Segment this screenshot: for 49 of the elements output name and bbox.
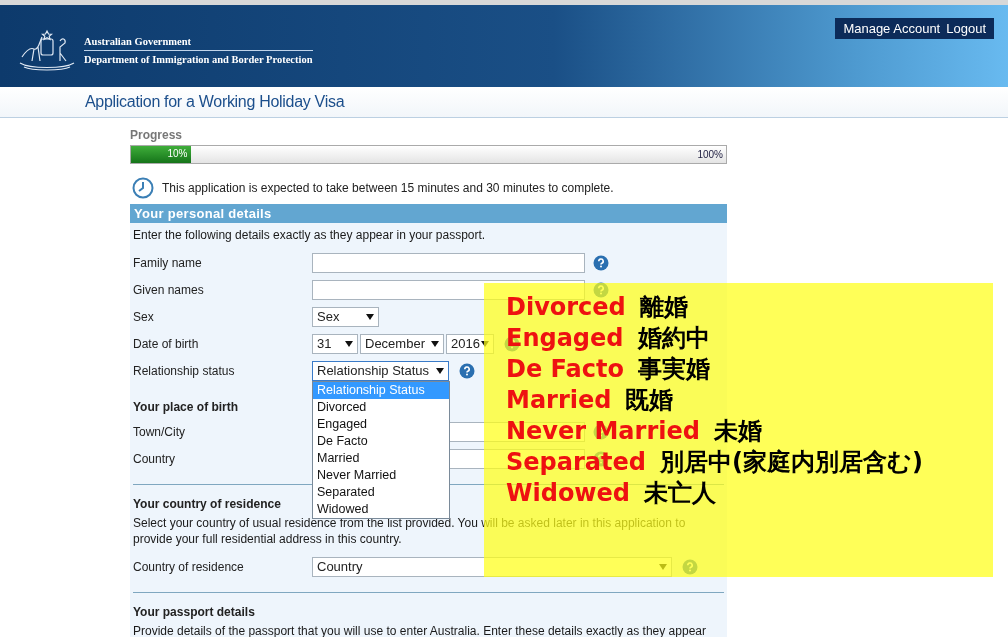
caret-icon bbox=[436, 367, 444, 374]
japanese-term: 既婚 bbox=[625, 384, 674, 416]
section-heading: Your place of birth bbox=[133, 400, 239, 414]
field-label: Sex bbox=[133, 309, 155, 324]
account-link[interactable]: Manage Account bbox=[843, 21, 941, 36]
japanese-term: 未亡人 bbox=[644, 477, 716, 509]
english-term: Never Married bbox=[506, 416, 700, 445]
caret-icon bbox=[345, 340, 353, 347]
english-term: Divorced bbox=[506, 292, 626, 321]
account-link[interactable]: Logout bbox=[946, 21, 986, 36]
japanese-term: 別居中(家庭内別居含む) bbox=[659, 446, 923, 478]
field-label: Relationship status bbox=[133, 363, 236, 378]
agency-name: Australian Government bbox=[84, 35, 313, 51]
caret-icon bbox=[431, 340, 439, 347]
english-term: De Facto bbox=[506, 354, 624, 383]
page-title: Application for a Working Holiday Visa bbox=[85, 93, 345, 111]
japanese-term: 未婚 bbox=[713, 415, 762, 447]
progress-end-label: 100% bbox=[697, 149, 724, 160]
english-term: Married bbox=[506, 385, 612, 414]
caret-icon bbox=[366, 313, 374, 320]
section-heading: Your country of residence bbox=[133, 497, 281, 511]
field-label: Town/City bbox=[133, 424, 186, 439]
select-field[interactable]: Relationship Status bbox=[312, 360, 449, 381]
select-field[interactable]: Sex bbox=[312, 306, 379, 327]
japanese-term: 事実婚 bbox=[637, 353, 710, 385]
field-label: Given names bbox=[133, 282, 205, 297]
clock-icon bbox=[132, 177, 154, 199]
progress-fill: 10% bbox=[131, 146, 191, 163]
field-label: Family name bbox=[133, 255, 203, 270]
japanese-term: 離婚 bbox=[639, 291, 688, 323]
japanese-term: 婚約中 bbox=[637, 322, 710, 354]
english-term: Separated bbox=[506, 447, 646, 476]
field-label: Country of residence bbox=[133, 559, 245, 574]
section-intro: Enter the following details exactly as they appear in your passport. bbox=[133, 227, 487, 243]
text-field[interactable] bbox=[312, 252, 585, 273]
section-intro: Provide details of the passport that you will use to enter Australia. Enter these details exactly as they appear bbox=[133, 623, 707, 637]
department-name: Department of Immigration and Border Protection bbox=[84, 53, 313, 65]
notice-text: This application is expected to take between 15 minutes and 30 minutes to complete. bbox=[162, 181, 614, 195]
help-icon[interactable] bbox=[593, 254, 609, 271]
english-term: Engaged bbox=[506, 323, 624, 352]
field-label: Date of birth bbox=[133, 336, 200, 351]
help-icon[interactable] bbox=[459, 362, 475, 379]
select-field[interactable]: December bbox=[360, 333, 444, 354]
section-header: Your personal details bbox=[130, 204, 727, 223]
english-term: Widowed bbox=[506, 478, 630, 507]
progress-label: Progress bbox=[130, 128, 184, 142]
section-heading: Your passport details bbox=[133, 605, 255, 619]
select-field[interactable]: 31 bbox=[312, 333, 358, 354]
field-label: Country bbox=[133, 451, 177, 466]
